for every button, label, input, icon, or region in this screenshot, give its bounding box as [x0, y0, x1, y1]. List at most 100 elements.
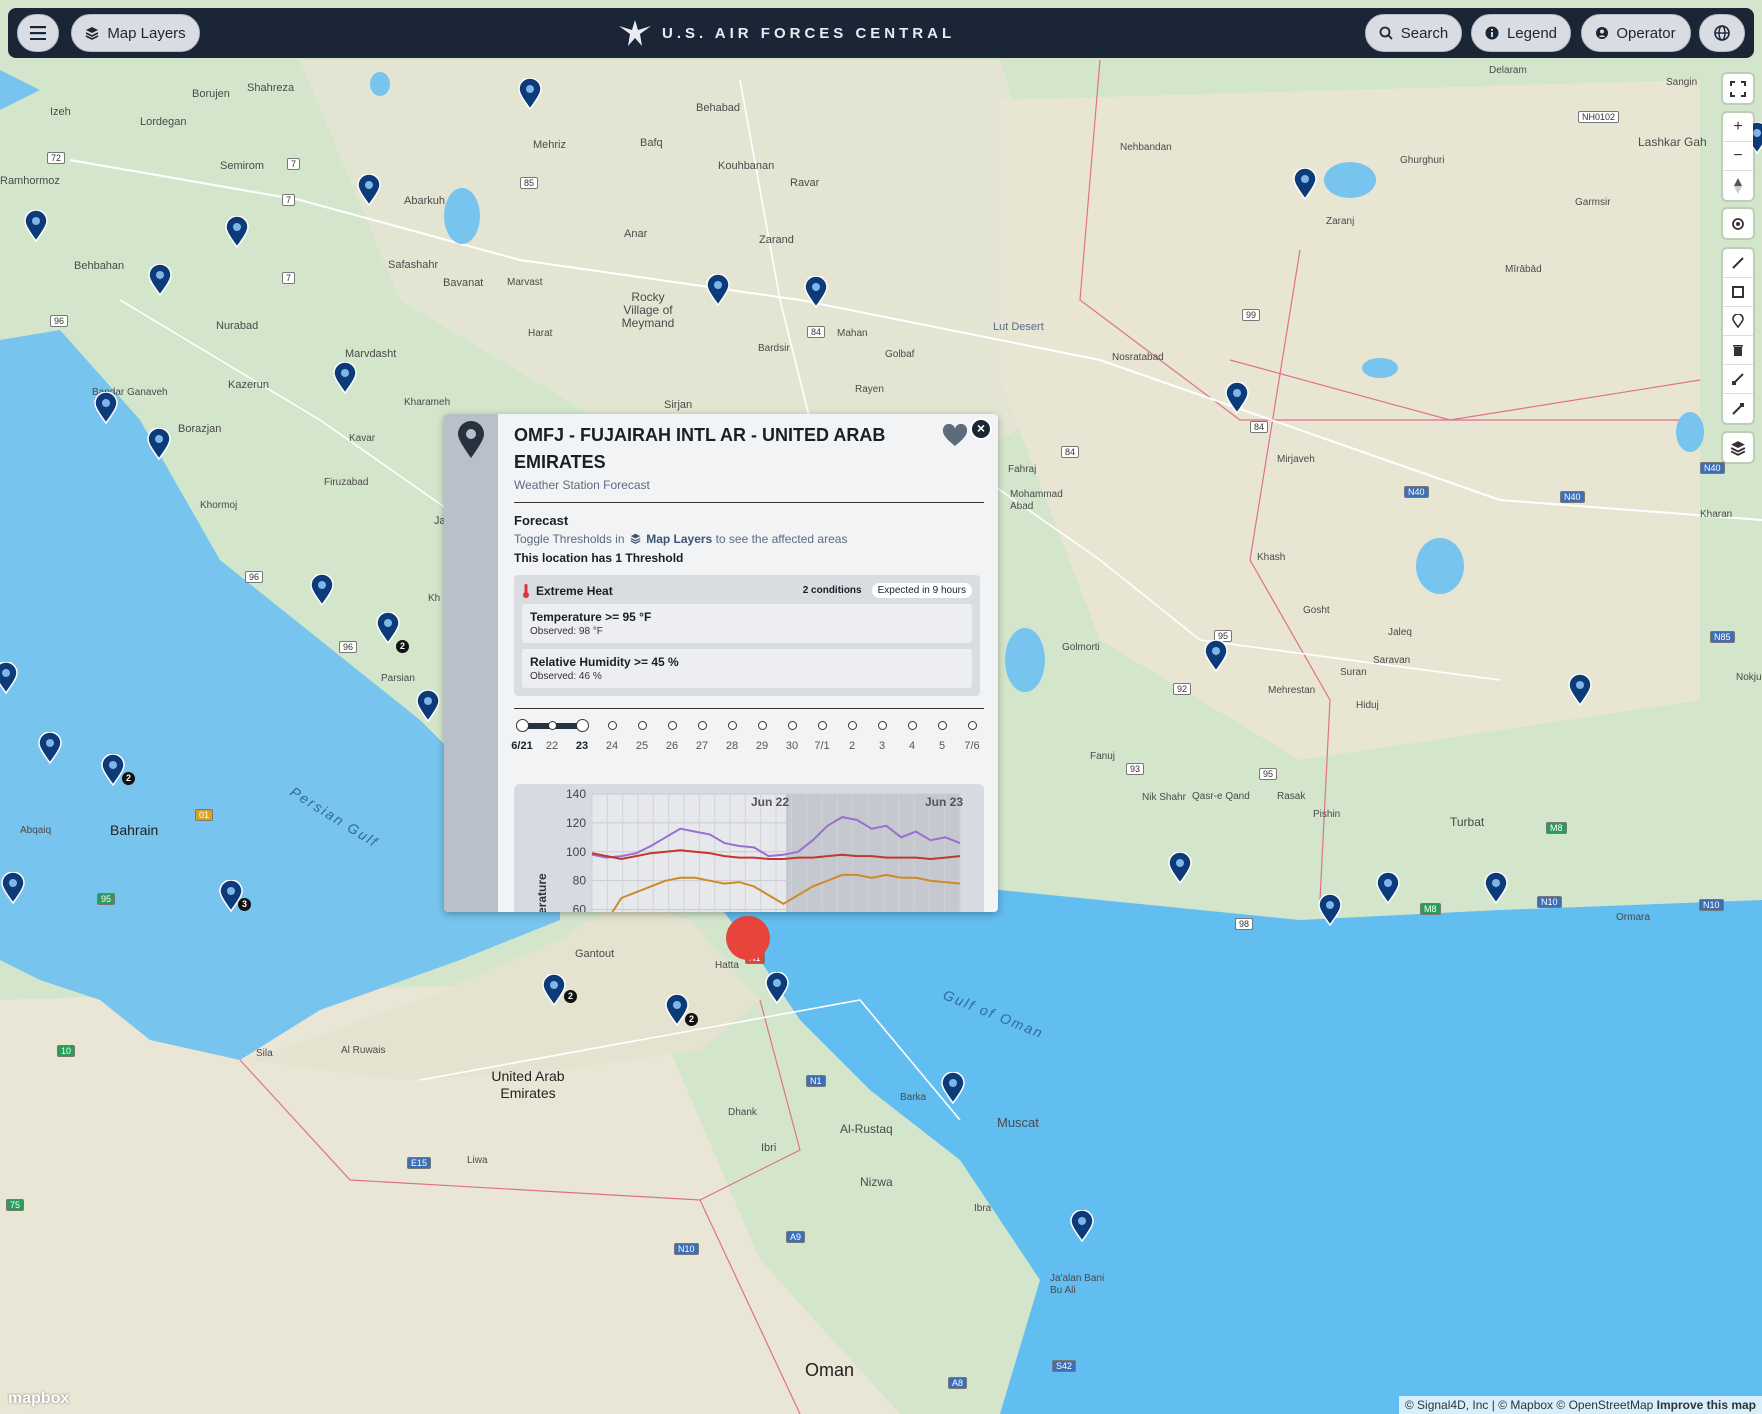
draw-control: [1723, 249, 1753, 423]
draw-line-button[interactable]: [1723, 249, 1753, 278]
toggle-prefix: Toggle Thresholds in: [514, 532, 625, 546]
threshold-name: Extreme Heat: [536, 583, 613, 598]
info-icon: [1485, 26, 1499, 40]
weather-station-pin[interactable]: [0, 661, 18, 695]
trash-icon: [1733, 345, 1743, 356]
weather-station-pin[interactable]: [765, 971, 789, 1005]
weather-station-pin[interactable]: [416, 689, 440, 723]
weather-station-pin[interactable]: [1568, 673, 1592, 707]
slider-tick[interactable]: [576, 719, 589, 732]
threshold-card[interactable]: Extreme Heat 2 conditions Expected in 9 …: [514, 575, 980, 696]
fullscreen-button[interactable]: [1723, 74, 1753, 103]
polygon-icon: [1732, 286, 1744, 298]
slider-tick[interactable]: [818, 721, 827, 730]
weather-station-pin[interactable]: [1293, 167, 1317, 201]
menu-button[interactable]: [17, 14, 59, 52]
selected-station-marker[interactable]: [726, 916, 770, 960]
map-label-bardsir: Bardsir: [758, 343, 790, 354]
map-layers-link[interactable]: Map Layers: [646, 532, 712, 546]
slider-tick[interactable]: [968, 721, 977, 730]
chart-date-label: Jun 22: [751, 795, 789, 809]
slider-tick[interactable]: [788, 721, 797, 730]
slider-tick[interactable]: [758, 721, 767, 730]
weather-station-pin[interactable]: [94, 391, 118, 425]
draw-polygon-button[interactable]: [1723, 278, 1753, 307]
delete-button[interactable]: [1723, 336, 1753, 365]
search-button[interactable]: Search: [1365, 14, 1462, 52]
map-label-anar: Anar: [624, 228, 648, 240]
map-label-khash: Khash: [1257, 552, 1286, 563]
weather-station-pin[interactable]: [941, 1071, 965, 1105]
weather-station-pin[interactable]: [804, 275, 828, 309]
search-icon: [1379, 26, 1393, 40]
chart-date-label: Jun 23: [925, 795, 963, 809]
weather-station-pin[interactable]: [24, 209, 48, 243]
weather-station-pin[interactable]: [357, 173, 381, 207]
weather-station-pin[interactable]: [1318, 893, 1342, 927]
search-label: Search: [1400, 24, 1449, 42]
weather-station-pin[interactable]: [38, 731, 62, 765]
slider-tick[interactable]: [548, 721, 557, 730]
map-label-garmsir: Garmsir: [1575, 197, 1611, 208]
mapbox-logo[interactable]: mapbox: [8, 1390, 69, 1408]
uncombine-icon: [1732, 402, 1744, 415]
road-shield: 96: [50, 315, 69, 327]
slider-tick[interactable]: [938, 721, 947, 730]
zoom-out-button[interactable]: −: [1723, 142, 1753, 171]
weather-station-pin[interactable]: [147, 427, 171, 461]
forecast-chart[interactable]: 60 80 100 120 140 Jun 22 Jun 23 erature: [514, 784, 984, 912]
chart-y-tick-label: 140: [566, 787, 586, 801]
slider-tick[interactable]: [668, 721, 677, 730]
map-layers-button[interactable]: Map Layers: [71, 14, 200, 52]
thermometer-icon: [523, 583, 529, 598]
weather-station-pin[interactable]: [1376, 871, 1400, 905]
weather-station-pin[interactable]: [1070, 1209, 1094, 1243]
weather-station-pin[interactable]: [1225, 381, 1249, 415]
map-label-marvast: Marvast: [507, 277, 543, 288]
weather-station-pin[interactable]: [706, 273, 730, 307]
road-shield: N10: [674, 1243, 699, 1255]
weather-station-pin[interactable]: [1168, 851, 1192, 885]
slider-tick[interactable]: [848, 721, 857, 730]
uncombine-button[interactable]: [1723, 394, 1753, 423]
cluster-count-badge: 2: [396, 640, 409, 653]
draw-point-button[interactable]: [1723, 307, 1753, 336]
globe-button[interactable]: [1699, 14, 1745, 52]
map-label-lut-desert: Lut Desert: [993, 321, 1044, 333]
legend-button[interactable]: Legend: [1471, 14, 1571, 52]
style-layers-button[interactable]: [1723, 433, 1753, 462]
air-force-logo-icon: [619, 20, 651, 46]
geolocate-button[interactable]: [1723, 209, 1753, 238]
popup-content: OMFJ - FUJAIRAH INTL AR - UNITED ARAB EM…: [511, 414, 984, 758]
zoom-in-button[interactable]: +: [1723, 113, 1753, 142]
slider-tick[interactable]: [728, 721, 737, 730]
hamburger-icon: [30, 26, 46, 40]
weather-station-pin[interactable]: [1484, 871, 1508, 905]
combine-button[interactable]: [1723, 365, 1753, 394]
slider-date-label: 6/21: [511, 740, 533, 752]
improve-map-link[interactable]: Improve this map: [1657, 1398, 1756, 1412]
weather-station-pin[interactable]: [1204, 639, 1228, 673]
map-label-mirjaveh: Mirjaveh: [1277, 454, 1315, 465]
slider-tick[interactable]: [638, 721, 647, 730]
slider-tick[interactable]: [608, 721, 617, 730]
map-label-safashahr: Safashahr: [388, 259, 439, 271]
operator-button[interactable]: Operator: [1581, 14, 1691, 52]
weather-station-pin[interactable]: [225, 215, 249, 249]
slider-tick[interactable]: [878, 721, 887, 730]
weather-station-pin[interactable]: [542, 973, 566, 1007]
weather-station-pin[interactable]: [1, 871, 25, 905]
weather-station-pin[interactable]: [376, 611, 400, 645]
weather-station-pin[interactable]: [148, 263, 172, 297]
condition-observed: Observed: 98 °F: [530, 626, 603, 637]
date-range-slider[interactable]: 6/21 22 23 24 25 26 27 28 29 30 7/1 2 3 4 5 7/6: [511, 708, 984, 758]
weather-station-pin[interactable]: [101, 753, 125, 787]
weather-station-pin[interactable]: [333, 361, 357, 395]
slider-tick[interactable]: [908, 721, 917, 730]
compass-button[interactable]: [1723, 171, 1753, 200]
slider-tick[interactable]: [516, 719, 529, 732]
chart-y-tick-label: 120: [566, 816, 586, 830]
slider-tick[interactable]: [698, 721, 707, 730]
weather-station-pin[interactable]: [518, 77, 542, 111]
weather-station-pin[interactable]: [310, 573, 334, 607]
